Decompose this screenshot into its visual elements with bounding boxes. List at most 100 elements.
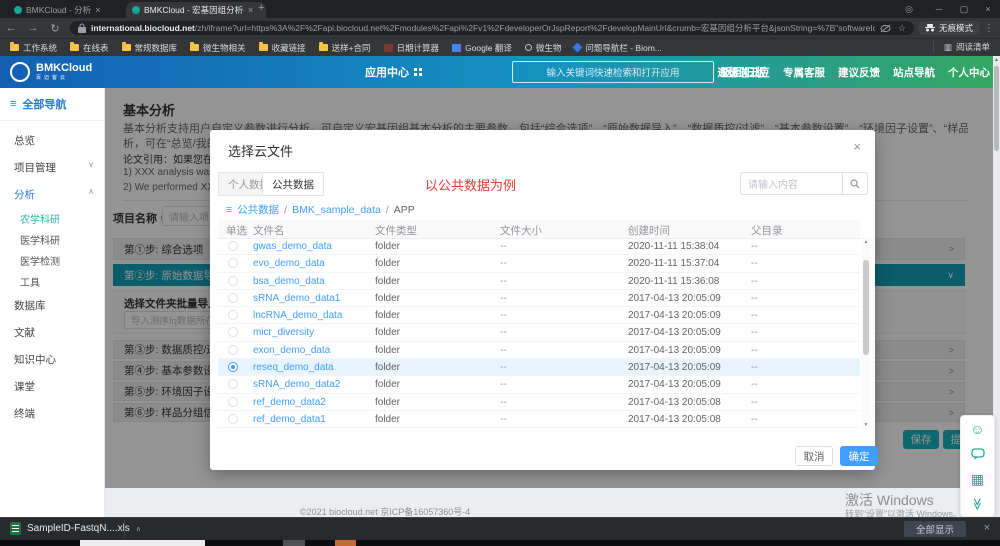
table-row[interactable]: sRNA_demo_data1 folder -- 2017-04-13 20:… bbox=[218, 290, 860, 307]
sidebar-item[interactable]: 数据库 bbox=[0, 292, 104, 319]
radio-button[interactable] bbox=[228, 327, 238, 337]
file-name-link[interactable]: sRNA_demo_data1 bbox=[253, 293, 340, 304]
download-item[interactable]: SampleID-FastqN....xls ∧ bbox=[10, 522, 141, 535]
eye-off-icon[interactable] bbox=[880, 24, 891, 33]
radio-button[interactable] bbox=[228, 379, 238, 389]
sidebar-item[interactable]: 工具 bbox=[0, 271, 104, 292]
bookmark-item[interactable]: 送样+合同 bbox=[319, 42, 371, 54]
chevron-up-icon[interactable]: ∧ bbox=[136, 525, 141, 533]
table-row[interactable]: gwas_demo_data folder -- 2020-11-11 15:3… bbox=[218, 238, 860, 255]
breadcrumb-root[interactable]: 公共数据 bbox=[237, 202, 279, 217]
bookmark-star-icon[interactable]: ☆ bbox=[898, 23, 906, 34]
search-button[interactable] bbox=[842, 173, 867, 194]
maximize-icon[interactable]: ▢ bbox=[955, 1, 973, 17]
file-name-link[interactable]: ref_demo_data1 bbox=[253, 414, 326, 425]
sidebar-item[interactable]: 农学科研 bbox=[0, 208, 104, 229]
sidebar-item[interactable]: 分析 ∧ bbox=[0, 181, 104, 208]
sidebar-toggle[interactable]: ≡ 全部导航 bbox=[0, 88, 104, 121]
radio-button[interactable] bbox=[228, 397, 238, 407]
table-row[interactable]: evo_demo_data folder -- 2020-11-11 15:37… bbox=[218, 255, 860, 272]
taskbar-app-icon[interactable] bbox=[283, 540, 305, 546]
chat-icon[interactable] bbox=[971, 448, 985, 460]
table-row[interactable]: sRNA_demo_data2 folder -- 2017-04-13 20:… bbox=[218, 376, 860, 393]
header-menu-item[interactable]: 站点导航 bbox=[893, 65, 935, 80]
scroll-up-icon[interactable]: ▲ bbox=[862, 238, 870, 246]
table-row[interactable]: bsa_demo_data folder -- 2020-11-11 15:36… bbox=[218, 273, 860, 290]
file-name-link[interactable]: bsa_demo_data bbox=[253, 276, 325, 287]
minimize-icon[interactable]: ─ bbox=[930, 1, 948, 17]
bookmark-item[interactable]: 微生物 bbox=[525, 42, 562, 54]
table-row[interactable]: reseq_demo_data folder -- 2017-04-13 20:… bbox=[218, 359, 860, 376]
modal-search-input[interactable]: 请输入内容 bbox=[740, 172, 868, 195]
breadcrumb-level1[interactable]: BMK_sample_data bbox=[292, 204, 381, 216]
header-menu-item[interactable]: 建议反馈 bbox=[838, 65, 880, 80]
bookmark-item[interactable]: 收藏链接 bbox=[259, 42, 306, 54]
table-row[interactable]: exon_demo_data folder -- 2017-04-13 20:0… bbox=[218, 342, 860, 359]
collapse-icon[interactable]: ≫ bbox=[972, 498, 984, 511]
table-scrollbar[interactable]: ▲ ▼ bbox=[862, 238, 870, 429]
browser-menu-icon[interactable]: ⋮ bbox=[984, 23, 994, 34]
scrollbar-thumb[interactable] bbox=[994, 66, 999, 151]
taskbar-app-icon[interactable] bbox=[335, 540, 356, 546]
file-name-link[interactable]: evo_demo_data bbox=[253, 258, 325, 269]
tab-public-data[interactable]: 公共数据 bbox=[262, 172, 324, 196]
sidebar-item[interactable]: 医学检测 bbox=[0, 250, 104, 271]
table-row[interactable]: lncRNA_demo_data folder -- 2017-04-13 20… bbox=[218, 307, 860, 324]
bookmark-item[interactable]: 工作系统 bbox=[10, 42, 57, 54]
bookmark-item[interactable]: 在线表 bbox=[70, 42, 109, 54]
sidebar-item[interactable]: 知识中心 bbox=[0, 346, 104, 373]
new-tab-button[interactable]: + bbox=[258, 2, 264, 14]
profile-icon[interactable]: ◎ bbox=[900, 1, 918, 17]
header-menu-item[interactable]: 个人中心 bbox=[948, 65, 990, 80]
app-search-input[interactable]: 输入关键词快速检索和打开应用 bbox=[512, 61, 714, 83]
header-menu-item[interactable]: 专属客服 bbox=[783, 65, 825, 80]
file-name-link[interactable]: micr_diversity bbox=[253, 327, 314, 338]
scroll-up-icon[interactable]: ▲ bbox=[993, 56, 1000, 64]
sidebar-item[interactable]: 终端 bbox=[0, 400, 104, 427]
show-all-downloads-button[interactable]: 全部显示 bbox=[904, 521, 966, 537]
file-name-link[interactable]: lncRNA_demo_data bbox=[253, 310, 343, 321]
file-name-link[interactable]: sRNA_demo_data2 bbox=[253, 379, 340, 390]
browser-tab-active[interactable]: BMKCloud - 宏基因组分析平台 × bbox=[126, 2, 266, 18]
radio-button[interactable] bbox=[228, 310, 238, 320]
app-center-button[interactable]: 应用中心 bbox=[365, 64, 422, 80]
back-icon[interactable]: ← bbox=[0, 22, 22, 34]
bmkcloud-logo[interactable]: BMKCloud 百迈客云 bbox=[10, 62, 160, 82]
modal-close-icon[interactable]: × bbox=[853, 139, 861, 154]
sidebar-item[interactable]: 文献 bbox=[0, 319, 104, 346]
file-name-link[interactable]: gwas_demo_data bbox=[253, 241, 332, 252]
sidebar-item[interactable]: 项目管理 ∨ bbox=[0, 154, 104, 181]
radio-button[interactable] bbox=[228, 276, 238, 286]
bookmark-item[interactable]: 问题导航栏 - Biom... bbox=[574, 42, 662, 54]
tab-close-icon[interactable]: × bbox=[95, 5, 100, 15]
browser-tab-inactive[interactable]: BMKCloud - 分析 × bbox=[8, 2, 132, 18]
cancel-button[interactable]: 取消 bbox=[795, 446, 833, 466]
radio-button[interactable] bbox=[228, 258, 238, 268]
radio-button[interactable] bbox=[228, 345, 238, 355]
sidebar-item[interactable]: 医学科研 bbox=[0, 229, 104, 250]
customer-service-icon[interactable]: ☺ bbox=[970, 422, 984, 436]
table-row[interactable]: micr_diversity folder -- 2017-04-13 20:0… bbox=[218, 324, 860, 341]
scroll-down-icon[interactable]: ▼ bbox=[862, 421, 870, 429]
sidebar-item[interactable]: 课堂 bbox=[0, 373, 104, 400]
radio-button[interactable] bbox=[228, 293, 238, 303]
shelf-close-icon[interactable]: × bbox=[984, 522, 990, 534]
scrollbar-thumb[interactable] bbox=[863, 260, 869, 355]
table-row[interactable]: ref_demo_data2 folder -- 2017-04-13 20:0… bbox=[218, 394, 860, 411]
tab-close-icon[interactable]: × bbox=[248, 5, 253, 15]
file-name-link[interactable]: reseq_demo_data bbox=[253, 362, 334, 373]
reload-icon[interactable]: ↻ bbox=[44, 22, 66, 35]
file-name-link[interactable]: ref_demo_data2 bbox=[253, 397, 326, 408]
file-name-link[interactable]: exon_demo_data bbox=[253, 345, 330, 356]
forward-icon[interactable]: → bbox=[22, 22, 44, 34]
bookmark-item[interactable]: 日期计算器 bbox=[384, 42, 440, 54]
taskbar-search-box[interactable] bbox=[80, 540, 205, 546]
qr-code-icon[interactable]: ▦ bbox=[971, 472, 984, 486]
radio-button[interactable] bbox=[228, 362, 238, 372]
bookmark-item[interactable]: 常规数据库 bbox=[122, 42, 178, 54]
header-menu-item[interactable]: 邀请送云豆 bbox=[718, 65, 771, 80]
window-close-icon[interactable]: × bbox=[979, 1, 997, 17]
radio-button[interactable] bbox=[228, 241, 238, 251]
confirm-button[interactable]: 确定 bbox=[840, 446, 878, 466]
sidebar-item[interactable]: 总览 bbox=[0, 127, 104, 154]
